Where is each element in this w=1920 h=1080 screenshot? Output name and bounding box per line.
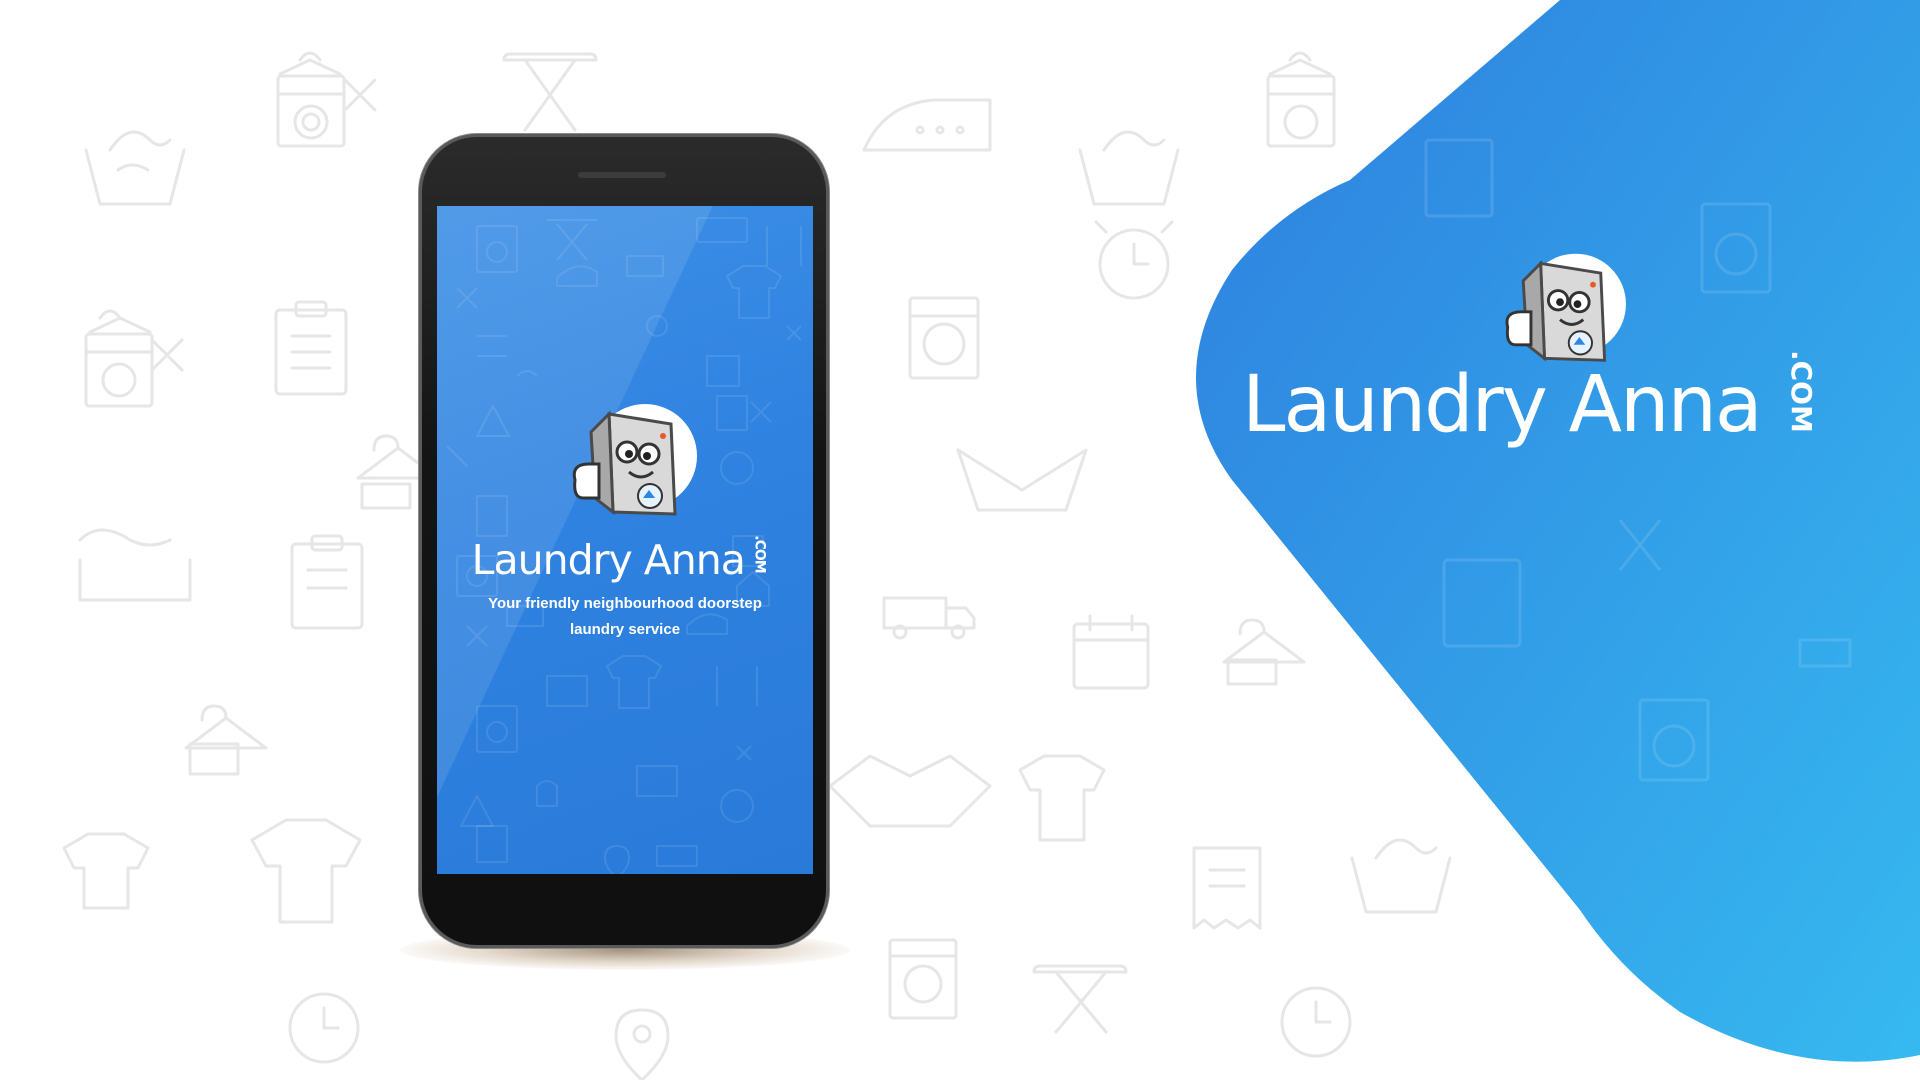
splash-title: Laundry Anna [471,536,746,584]
splash-wordmark: Laundry Anna .COM [459,535,791,584]
brand-blue-shape [1196,0,1920,1062]
showcase-canvas: Laundry Anna .COM Laundry Anna .COM Your… [0,0,1920,1080]
washing-machine-mascot-icon [1505,253,1626,362]
splash-tagline-line2: laundry service [569,621,681,638]
splash-mascot-icon [572,404,697,516]
splash-tld: .COM [751,535,768,573]
splash-tagline: Your friendly neighbourhood doorstep lau… [457,591,793,643]
phone-speaker [578,172,666,178]
splash-tagline-line1: Your friendly neighbourhood doorstep [488,595,762,612]
brand-tld: .COM [1785,350,1818,433]
splash-screen[interactable]: Laundry Anna .COM Your friendly neighbour… [437,206,813,874]
phone-mockup: Laundry Anna .COM Your friendly neighbour… [419,134,829,948]
brand-wordmark: Laundry Anna [1242,360,1763,450]
